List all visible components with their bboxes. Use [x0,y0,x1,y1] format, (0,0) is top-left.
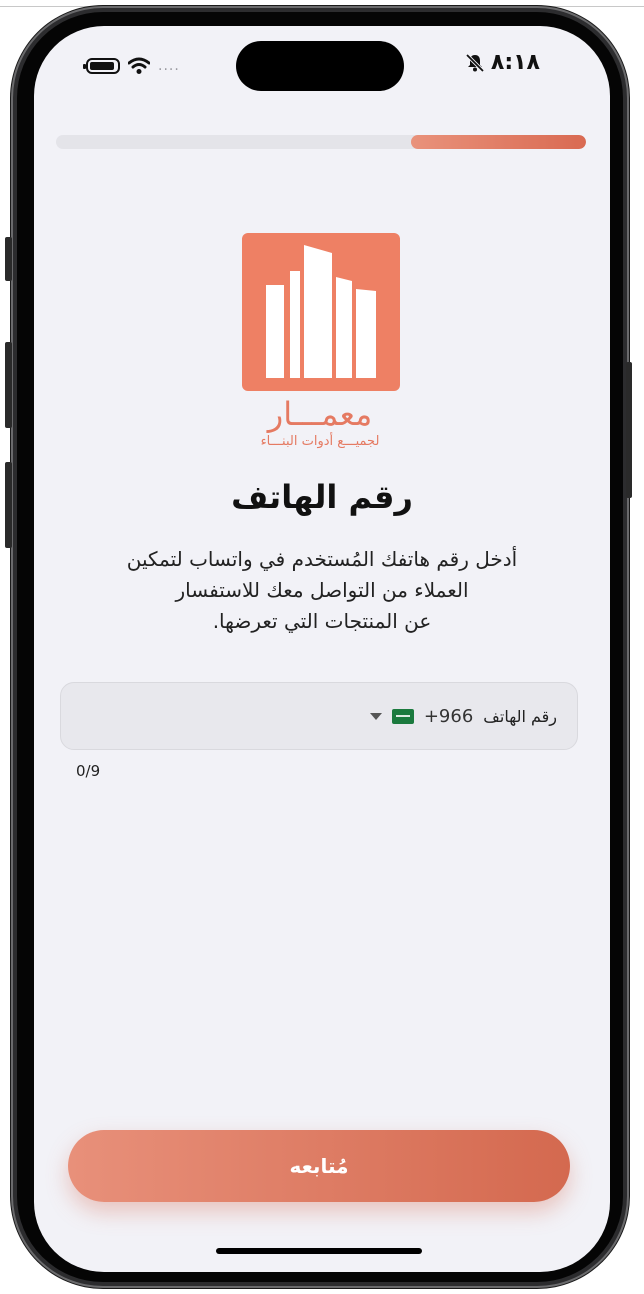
description-line: أدخل رقم هاتفك المُستخدم في واتساب لتمكي… [126,547,518,571]
onboarding-progress [56,135,586,149]
home-indicator[interactable] [216,1248,422,1254]
app-screen: .... ٨:١٨ معمـــار لجميـــع أدوات البنــ… [34,26,610,1272]
progress-fill [411,135,586,149]
power-button [626,362,632,498]
phone-number-input[interactable]: +966 رقم الهاتف [60,682,578,750]
wifi-icon [128,57,150,74]
action-button [5,237,12,281]
country-dial-code[interactable]: +966 [424,706,473,727]
dynamic-island [236,41,404,91]
buildings-icon [266,245,376,378]
status-bar-right: ٨:١٨ [465,50,540,75]
brand-tagline: لجميـــع أدوات البنـــاء [260,434,380,449]
volume-up-button [5,342,12,428]
page-title: رقم الهاتف [231,478,413,516]
chevron-down-icon[interactable] [369,712,382,720]
character-counter: 0/9 [76,762,101,780]
phone-field-content: +966 رقم الهاتف [362,683,557,749]
saudi-flag-icon[interactable] [391,708,414,724]
status-time: ٨:١٨ [490,50,540,75]
brand-name: معمـــار [267,395,373,433]
continue-button[interactable]: مُتابعه [68,1130,570,1202]
status-bar-left: .... [83,52,180,80]
description-line: العملاء من التواصل معك للاستفسار [175,578,469,602]
volume-down-button [5,462,12,548]
app-logo [242,233,400,391]
continue-button-label: مُتابعه [289,1154,349,1178]
phone-field-label: رقم الهاتف [483,706,557,726]
battery-icon [83,58,120,74]
page-description: أدخل رقم هاتفك المُستخدم في واتساب لتمكي… [94,544,550,637]
bell-slash-icon [465,53,485,72]
signal-dots: .... [158,58,180,74]
description-line: عن المنتجات التي تعرضها. [212,609,432,633]
